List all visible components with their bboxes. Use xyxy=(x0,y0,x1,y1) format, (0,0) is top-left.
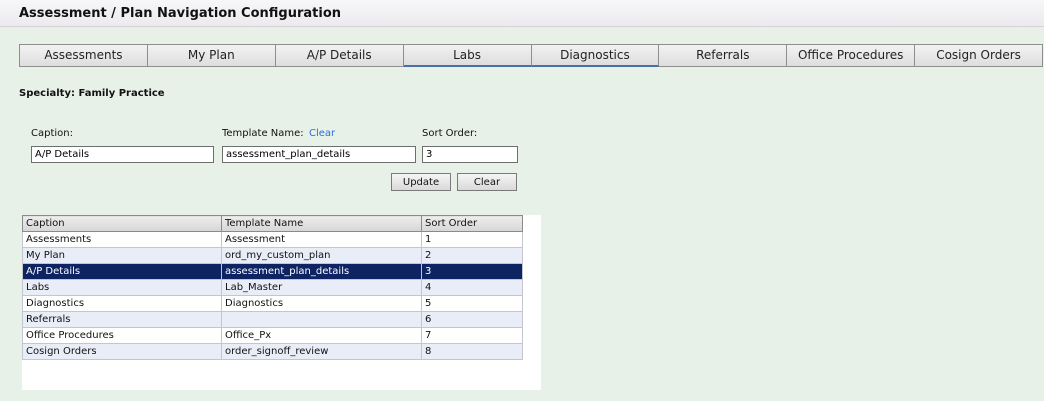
table-row[interactable]: Assessments Assessment 1 xyxy=(22,231,523,248)
update-button[interactable]: Update xyxy=(391,173,451,191)
table-row[interactable]: Referrals 6 xyxy=(22,311,523,328)
caption-input[interactable] xyxy=(31,146,214,163)
table-row[interactable]: Diagnostics Diagnostics 5 xyxy=(22,295,523,312)
table-row-selected[interactable]: A/P Details assessment_plan_details 3 xyxy=(22,263,523,280)
configuration-table: Caption Template Name Sort Order Assessm… xyxy=(22,215,523,360)
cell-template-name: Lab_Master xyxy=(221,279,422,296)
tab-assessments[interactable]: Assessments xyxy=(19,44,148,67)
cell-caption: Labs xyxy=(22,279,222,296)
cell-sort-order: 8 xyxy=(421,343,523,360)
column-header-template-name[interactable]: Template Name xyxy=(221,215,422,232)
tab-office-procedures[interactable]: Office Procedures xyxy=(787,44,916,67)
cell-caption: Office Procedures xyxy=(22,327,222,344)
table-row[interactable]: My Plan ord_my_custom_plan 2 xyxy=(22,247,523,264)
tab-ap-details[interactable]: A/P Details xyxy=(275,44,404,67)
cell-sort-order: 1 xyxy=(421,231,523,248)
tab-my-plan[interactable]: My Plan xyxy=(147,44,276,67)
sort-order-input[interactable] xyxy=(422,146,518,163)
cell-sort-order: 6 xyxy=(421,311,523,328)
configuration-grid: Caption Template Name Sort Order Assessm… xyxy=(22,215,541,390)
cell-template-name: Diagnostics xyxy=(221,295,422,312)
cell-template-name: Assessment xyxy=(221,231,422,248)
specialty-label: Specialty: Family Practice xyxy=(19,88,165,99)
cell-sort-order: 7 xyxy=(421,327,523,344)
cell-caption: A/P Details xyxy=(22,263,222,280)
tab-labs[interactable]: Labs xyxy=(403,44,532,67)
cell-sort-order: 4 xyxy=(421,279,523,296)
template-clear-link[interactable]: Clear xyxy=(309,128,335,139)
navigation-tabs: Assessments My Plan A/P Details Labs Dia… xyxy=(19,44,1043,67)
title-bar: Assessment / Plan Navigation Configurati… xyxy=(0,0,1044,27)
cell-template-name: order_signoff_review xyxy=(221,343,422,360)
clear-button[interactable]: Clear xyxy=(457,173,517,191)
cell-caption: Cosign Orders xyxy=(22,343,222,360)
cell-sort-order: 3 xyxy=(421,263,523,280)
caption-label: Caption: xyxy=(31,128,73,139)
cell-caption: Diagnostics xyxy=(22,295,222,312)
tab-diagnostics[interactable]: Diagnostics xyxy=(531,44,660,67)
cell-template-name: assessment_plan_details xyxy=(221,263,422,280)
template-name-label: Template Name: xyxy=(222,128,304,139)
tab-referrals[interactable]: Referrals xyxy=(659,44,788,67)
table-row[interactable]: Cosign Orders order_signoff_review 8 xyxy=(22,343,523,360)
cell-sort-order: 2 xyxy=(421,247,523,264)
template-name-input[interactable] xyxy=(222,146,416,163)
sort-order-label: Sort Order: xyxy=(422,128,478,139)
table-row[interactable]: Office Procedures Office_Px 7 xyxy=(22,327,523,344)
table-row[interactable]: Labs Lab_Master 4 xyxy=(22,279,523,296)
cell-sort-order: 5 xyxy=(421,295,523,312)
tab-cosign-orders[interactable]: Cosign Orders xyxy=(915,44,1043,67)
cell-caption: My Plan xyxy=(22,247,222,264)
page-title: Assessment / Plan Navigation Configurati… xyxy=(19,6,342,21)
column-header-sort-order[interactable]: Sort Order xyxy=(421,215,523,232)
column-header-caption[interactable]: Caption xyxy=(22,215,222,232)
cell-template-name: Office_Px xyxy=(221,327,422,344)
cell-template-name: ord_my_custom_plan xyxy=(221,247,422,264)
cell-template-name xyxy=(221,311,422,328)
table-header-row: Caption Template Name Sort Order xyxy=(22,215,523,232)
cell-caption: Referrals xyxy=(22,311,222,328)
cell-caption: Assessments xyxy=(22,231,222,248)
